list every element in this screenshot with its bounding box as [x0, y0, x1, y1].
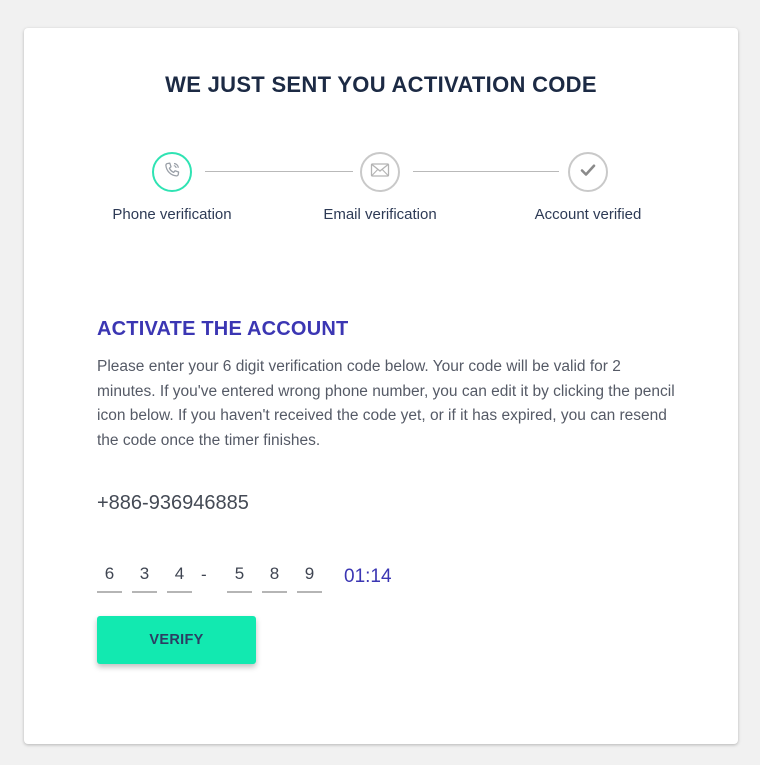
step-connector-2: [413, 171, 559, 172]
verify-button[interactable]: VERIFY: [97, 616, 256, 664]
phone-number: +886-936946885: [97, 492, 249, 514]
checkmark-icon: [580, 163, 596, 182]
code-digit-1[interactable]: 6: [97, 563, 122, 593]
step-email: [360, 152, 400, 192]
code-digit-6[interactable]: 9: [297, 563, 322, 593]
code-digit-2[interactable]: 3: [132, 563, 157, 593]
step-account: [568, 152, 608, 192]
step-phone: [152, 152, 192, 192]
step-label-phone: Phone verification: [112, 206, 232, 223]
section-title: ACTIVATE THE ACCOUNT: [97, 318, 349, 340]
instructions-text: Please enter your 6 digit verification c…: [97, 358, 675, 449]
step-label-email: Email verification: [323, 206, 437, 223]
code-digit-4[interactable]: 5: [227, 563, 252, 593]
step-connector-1: [205, 171, 353, 172]
code-digit-5[interactable]: 8: [262, 563, 287, 593]
phone-icon: [162, 160, 182, 185]
page-title: WE JUST SENT YOU ACTIVATION CODE: [165, 72, 597, 97]
envelope-icon: [370, 162, 390, 183]
step-label-account: Account verified: [534, 206, 642, 223]
code-digit-3[interactable]: 4: [167, 563, 192, 593]
verification-card: WE JUST SENT YOU ACTIVATION CODE Phone v…: [24, 28, 738, 744]
code-separator: -: [201, 565, 207, 584]
countdown-timer: 01:14: [344, 566, 392, 587]
